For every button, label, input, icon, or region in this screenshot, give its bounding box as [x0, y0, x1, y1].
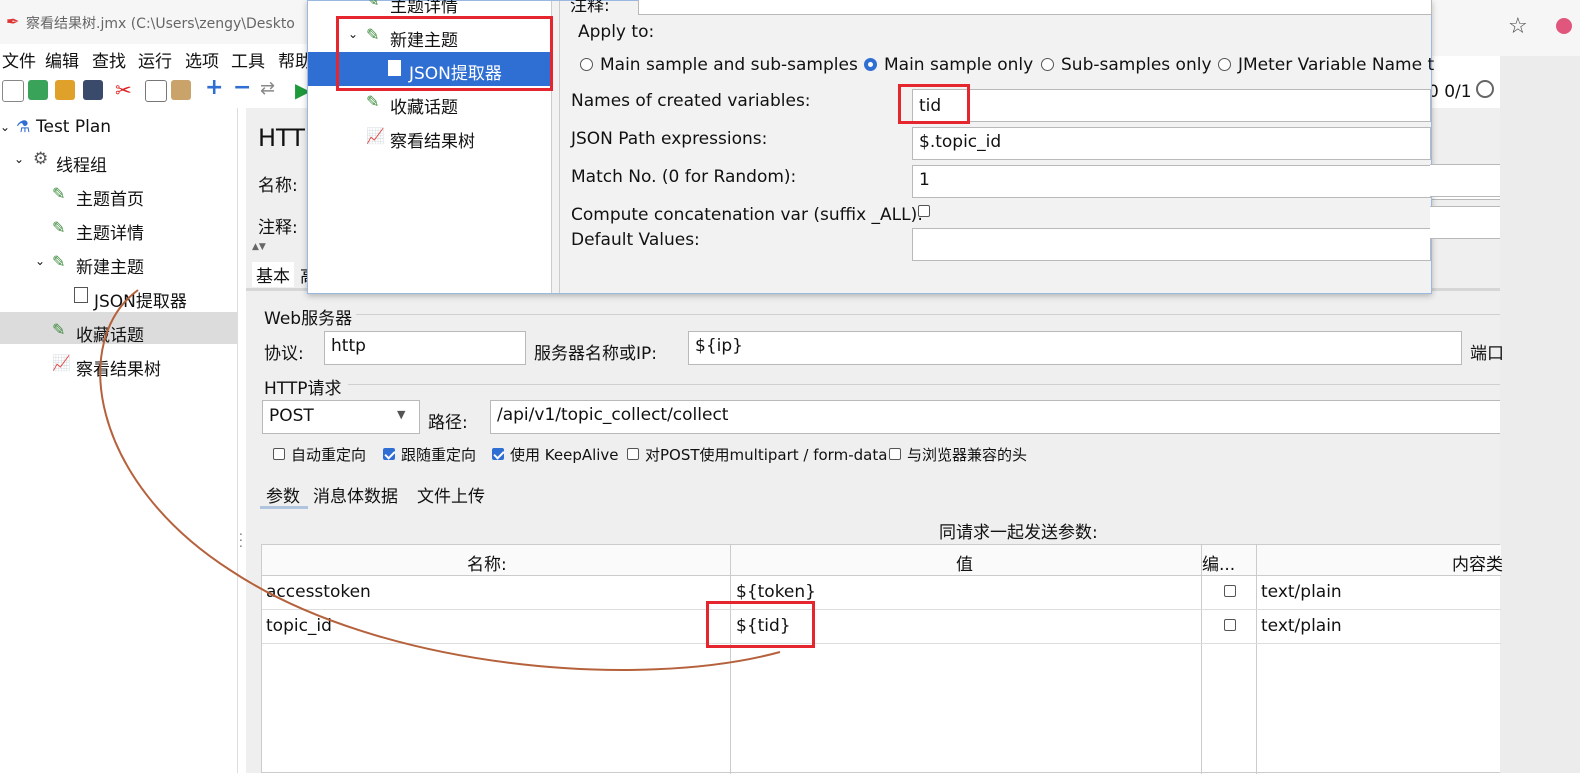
- annotation-arrow: [99, 289, 781, 671]
- annotation-curve: [99, 289, 781, 671]
